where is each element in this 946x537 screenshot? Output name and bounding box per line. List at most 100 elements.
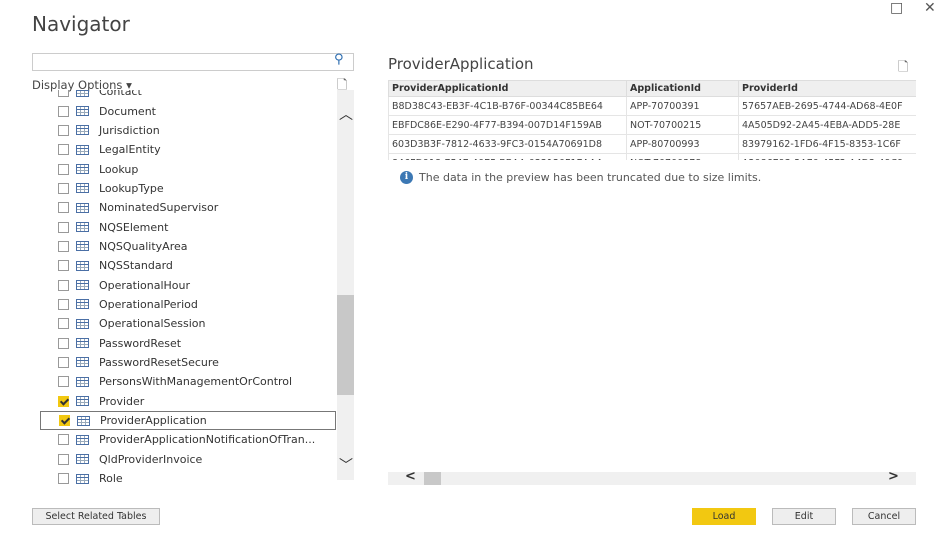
table-cell: 603D3B3F-7812-4633-9FC3-0154A70691D8 xyxy=(388,134,627,154)
table-list-item[interactable]: ProviderApplicationNotificationOfTran... xyxy=(40,430,336,449)
select-related-tables-button[interactable]: Select Related Tables xyxy=(32,508,160,525)
table-cell: EBFDC86E-E290-4F77-B394-007D14F159AB xyxy=(388,115,627,135)
truncation-note-text: The data in the preview has been truncat… xyxy=(419,171,762,184)
table-list-item[interactable]: LookupType xyxy=(40,179,336,198)
table-list-item[interactable]: OperationalHour xyxy=(40,275,336,294)
checkbox[interactable] xyxy=(58,318,69,330)
table-cell: 4A505D92-2A45-4EBA-ADD5-28E xyxy=(738,115,916,135)
table-list-item[interactable]: PasswordReset xyxy=(40,333,336,352)
table-cell: A2086E93-2A70-45F2-A4D3-49C9 xyxy=(738,153,916,160)
table-list-item[interactable]: QldProviderInvoice xyxy=(40,450,336,469)
scroll-left-icon[interactable]: < xyxy=(405,469,416,484)
table-icon xyxy=(76,299,89,310)
preview-refresh-icon[interactable]: 🗋 xyxy=(898,58,908,80)
table-list-item-label: OperationalPeriod xyxy=(99,297,198,311)
scroll-right-icon[interactable]: > xyxy=(888,469,899,484)
table-list-item-label: OperationalHour xyxy=(99,278,191,292)
table-list-item[interactable]: OperationalPeriod xyxy=(40,295,336,314)
checkbox[interactable] xyxy=(58,163,69,175)
search-icon[interactable]: ⚲ xyxy=(334,52,344,67)
table-list-item[interactable]: Jurisdiction xyxy=(40,121,336,140)
table-icon xyxy=(76,144,89,155)
table-cell: APP-80700993 xyxy=(626,134,739,154)
window-title: Navigator xyxy=(32,12,130,36)
table-list-item-label: Role xyxy=(99,472,123,486)
table-list-item[interactable]: NQSElement xyxy=(40,217,336,236)
search-input[interactable] xyxy=(32,53,354,71)
table-icon xyxy=(76,338,89,349)
list-scrollbar[interactable] xyxy=(337,90,354,480)
load-button[interactable]: Load xyxy=(692,508,756,525)
table-list-item[interactable]: PasswordResetSecure xyxy=(40,353,336,372)
checkbox[interactable] xyxy=(58,473,69,485)
table-list-item-label: Jurisdiction xyxy=(99,123,160,137)
checkbox[interactable] xyxy=(58,202,69,214)
table-list-item[interactable]: NQSQualityArea xyxy=(40,237,336,256)
checkbox[interactable] xyxy=(58,240,69,252)
preview-hscrollbar[interactable] xyxy=(388,472,916,485)
edit-button[interactable]: Edit xyxy=(772,508,836,525)
table-icon xyxy=(76,90,89,97)
checkbox[interactable] xyxy=(58,434,69,446)
table-list-item[interactable]: ProviderApplication xyxy=(40,410,336,431)
table-list-item[interactable]: Provider xyxy=(40,392,336,411)
table-cell: NOT-70700378 xyxy=(626,153,739,160)
table-list-item-label: PersonsWithManagementOrControl xyxy=(99,375,293,389)
preview-table-container: ProviderApplicationId ApplicationId Provid… xyxy=(388,80,916,160)
table-icon xyxy=(76,376,89,387)
checkbox[interactable] xyxy=(58,124,69,136)
table-list-item[interactable]: NominatedSupervisor xyxy=(40,198,336,217)
checkbox[interactable] xyxy=(58,260,69,272)
checkbox[interactable] xyxy=(58,356,69,368)
table-cell: 83979162-1FD6-4F15-8353-1C6F xyxy=(738,134,916,154)
checkbox[interactable] xyxy=(58,337,69,349)
table-row: 603D3B3F-7812-4633-9FC3-0154A70691D8 APP-… xyxy=(388,134,916,154)
maximize-button[interactable]: □ xyxy=(890,0,903,16)
scroll-up-icon[interactable]: ︿ xyxy=(339,104,353,124)
table-list-item[interactable]: Role xyxy=(40,469,336,488)
table-list-item-label: Document xyxy=(99,104,156,118)
info-icon: i xyxy=(400,171,413,184)
checkbox[interactable] xyxy=(58,298,69,310)
checkbox[interactable] xyxy=(59,415,70,427)
table-icon xyxy=(77,415,90,426)
checkbox[interactable] xyxy=(58,144,69,156)
table-cell: B8D38C43-EB3F-4C1B-B76F-00344C85BE64 xyxy=(388,96,627,116)
checkbox[interactable] xyxy=(58,376,69,388)
checkbox[interactable] xyxy=(58,182,69,194)
checkbox[interactable] xyxy=(58,279,69,291)
checkbox[interactable] xyxy=(58,221,69,233)
table-icon xyxy=(76,396,89,407)
table-list-item[interactable]: NQSStandard xyxy=(40,256,336,275)
table-icon xyxy=(76,222,89,233)
table-list-item[interactable]: OperationalSession xyxy=(40,314,336,333)
column-header[interactable]: ApplicationId xyxy=(626,80,739,97)
cancel-button[interactable]: Cancel xyxy=(852,508,916,525)
column-header[interactable]: ProviderApplicationId xyxy=(388,80,627,97)
table-list-item-label: Provider xyxy=(99,394,145,408)
list-scrollbar-thumb[interactable] xyxy=(337,295,354,395)
table-icon xyxy=(76,318,89,329)
scroll-down-icon[interactable]: ﹀ xyxy=(339,455,353,475)
table-list-item[interactable]: LegalEntity xyxy=(40,140,336,159)
table-list-item[interactable]: PersonsWithManagementOrControl xyxy=(40,372,336,391)
checkbox[interactable] xyxy=(58,395,69,407)
preview-hscrollbar-thumb[interactable] xyxy=(424,472,441,485)
checkbox[interactable] xyxy=(58,453,69,465)
table-list-item[interactable]: Contact xyxy=(40,90,336,101)
table-row: EBFDC86E-E290-4F77-B394-007D14F159AB NOT-… xyxy=(388,115,916,135)
table-icon xyxy=(76,106,89,117)
close-button[interactable]: ✕ xyxy=(924,0,936,16)
table-list-item[interactable]: Lookup xyxy=(40,159,336,178)
table-list-item-label: Lookup xyxy=(99,162,139,176)
column-header[interactable]: ProviderId xyxy=(738,80,916,97)
table-icon xyxy=(76,357,89,368)
table-list-item[interactable]: Document xyxy=(40,101,336,120)
table-icon xyxy=(76,473,89,484)
checkbox[interactable] xyxy=(58,105,69,117)
table-list-item-label: Contact xyxy=(99,90,142,99)
table-icon xyxy=(76,260,89,271)
checkbox[interactable] xyxy=(58,90,69,98)
table-list-item-label: PasswordReset xyxy=(99,336,182,350)
table-row: B8D38C43-EB3F-4C1B-B76F-00344C85BE64 APP-… xyxy=(388,96,916,116)
